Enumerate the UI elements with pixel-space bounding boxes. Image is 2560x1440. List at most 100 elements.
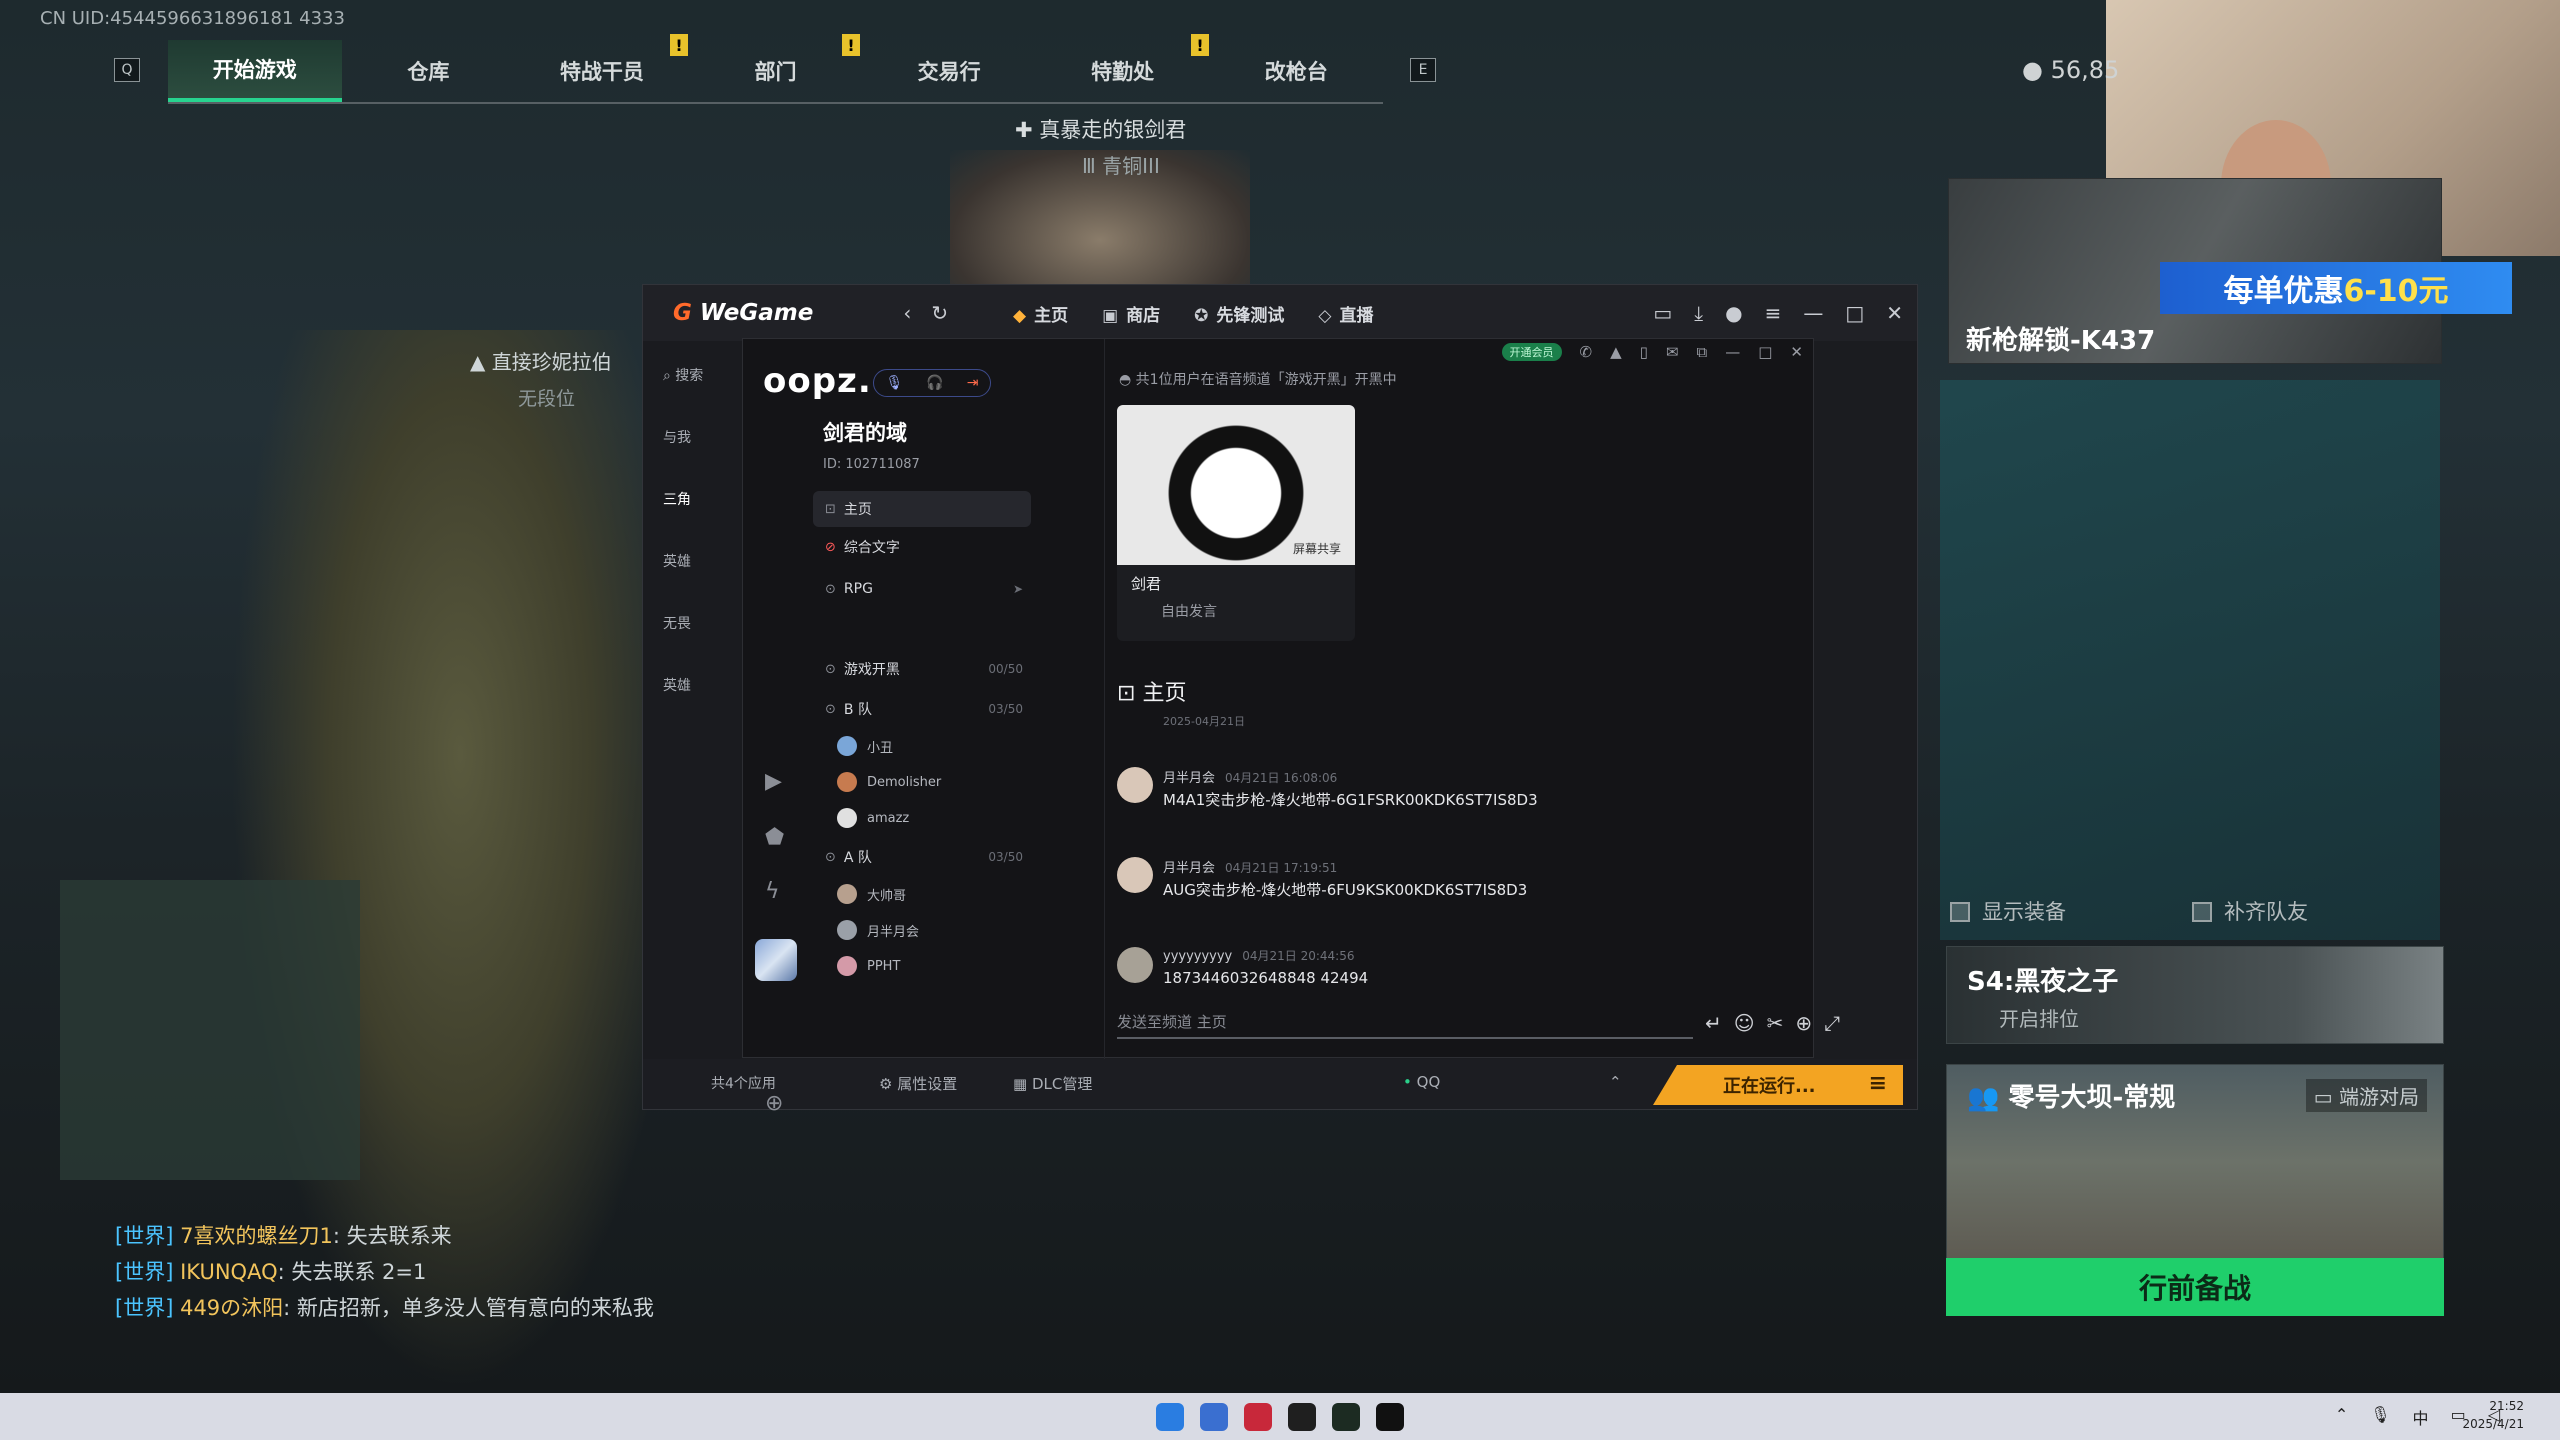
screen-share-preview[interactable]: 屏幕共享: [1117, 405, 1355, 565]
wegame-tab-home[interactable]: ◆ 主页: [1013, 301, 1068, 326]
tab-department[interactable]: 部门: [689, 40, 863, 102]
online-dot-icon: •: [1403, 1073, 1412, 1091]
member-item[interactable]: PPHT: [837, 951, 900, 981]
shield-icon[interactable]: ⬟: [765, 825, 784, 850]
back-icon[interactable]: ‹: [903, 301, 911, 325]
maximize-icon[interactable]: □: [1845, 301, 1864, 325]
show-gear-checkbox[interactable]: 显示装备: [1950, 896, 2066, 926]
emoji-icon[interactable]: ☺: [1734, 1011, 1755, 1035]
minimize-icon[interactable]: —: [1725, 343, 1740, 361]
minimize-icon[interactable]: —: [1803, 301, 1823, 325]
tab-market[interactable]: 交易行: [862, 40, 1036, 102]
tab-special-ops[interactable]: 特勤处: [1036, 40, 1210, 102]
ime-indicator[interactable]: 中: [2413, 1405, 2429, 1429]
chevron-up-icon[interactable]: ⌃: [1609, 1073, 1622, 1091]
season-card[interactable]: S4:黑夜之子 开启排位: [1946, 946, 2444, 1044]
sidebar-item-delta[interactable]: 三角: [663, 489, 691, 509]
tab-start-game[interactable]: 开始游戏: [168, 40, 342, 102]
chat-line: [世界] 7喜欢的螺丝刀1: 失去联系来: [115, 1224, 452, 1248]
wegame-tab-live[interactable]: ◇ 直播: [1318, 301, 1373, 326]
clock[interactable]: 21:52 2025/4/21: [2462, 1397, 2524, 1433]
sidebar-item-lol[interactable]: 英雄: [663, 551, 691, 571]
sidebar-item-valorant[interactable]: 无畏: [663, 613, 691, 633]
enter-icon[interactable]: ↵: [1705, 1011, 1722, 1035]
wegame-tab-beta[interactable]: ✪ 先锋测试: [1194, 301, 1284, 326]
wegame-tab-store[interactable]: ▣ 商店: [1102, 301, 1160, 326]
channel-team-b[interactable]: ⊙ B 队 03/50: [813, 691, 1031, 727]
menu-icon[interactable]: ≡: [1765, 301, 1782, 325]
date-divider: 2025-04月21日: [1163, 715, 1245, 728]
tab-warehouse[interactable]: 仓库: [342, 40, 516, 102]
download-icon[interactable]: ⤓: [1694, 301, 1703, 325]
close-icon[interactable]: ✕: [1790, 343, 1803, 361]
attr-settings-button[interactable]: ⚙ 属性设置: [879, 1073, 957, 1094]
sidebar-item-lol2[interactable]: 英雄: [663, 675, 691, 695]
beta-icon: ✪: [1194, 305, 1209, 326]
live-stream-card[interactable]: 屏幕共享 剑君 自由发言: [1117, 405, 1355, 641]
sidebar-item-friends[interactable]: 与我: [663, 427, 691, 447]
vip-badge[interactable]: 开通会员: [1501, 343, 1562, 361]
phone-icon[interactable]: ✆: [1580, 343, 1593, 361]
member-item[interactable]: amazz: [837, 803, 909, 833]
channel-team-a[interactable]: ⊙ A 队 03/50: [813, 839, 1031, 875]
qq-status[interactable]: • QQ: [1403, 1073, 1440, 1091]
channel-rpg[interactable]: ⊙ RPG ➤: [813, 571, 1031, 607]
app-icon[interactable]: [1200, 1403, 1228, 1431]
tab-gunsmith[interactable]: 改枪台: [1209, 40, 1383, 102]
member-item[interactable]: 月半月会: [837, 915, 919, 945]
close-icon[interactable]: ✕: [1886, 301, 1903, 325]
chevron-up-icon[interactable]: ⌃: [2335, 1405, 2348, 1429]
avatar-icon[interactable]: ●: [1725, 301, 1742, 325]
server-id: ID: 102711087: [823, 457, 920, 472]
prepare-button[interactable]: 行前备战: [1946, 1258, 2444, 1316]
add-server-icon[interactable]: ⊕: [765, 1091, 783, 1116]
message-input[interactable]: 发送至频道 主页: [1117, 1005, 1693, 1039]
player-rank: Ⅲ 青铜III: [1082, 154, 1160, 178]
bolt-icon[interactable]: ϟ: [765, 879, 780, 904]
chat-line: [世界] IKUNQAQ: 失去联系 2=1: [115, 1260, 427, 1284]
player-name[interactable]: ✚ 真暴走的银剑君: [1015, 114, 1186, 144]
member-item[interactable]: 大帅哥: [837, 879, 906, 909]
avatar: [837, 772, 857, 792]
key-hint-right: E: [1410, 58, 1436, 82]
equipment-crate: [60, 880, 360, 1180]
add-icon[interactable]: ⊕: [1795, 1011, 1812, 1035]
sidebar-search[interactable]: ⌕ 搜索: [663, 365, 703, 385]
member-item[interactable]: 小丑: [837, 731, 893, 761]
avatar: [837, 808, 857, 828]
expand-icon[interactable]: ⤢: [1824, 1011, 1840, 1035]
folder-icon[interactable]: ▭: [1653, 301, 1672, 325]
channel-gaming[interactable]: ⊙ 游戏开黑 00/50: [813, 651, 1031, 687]
mail-icon[interactable]: ✉: [1666, 343, 1679, 361]
wegame-icon[interactable]: [1288, 1403, 1316, 1431]
scissors-icon[interactable]: ✂: [1767, 1011, 1784, 1035]
map-card[interactable]: 👥 零号大坝-常规 ▭ 端游对局: [1946, 1064, 2444, 1260]
maximize-icon[interactable]: □: [1758, 343, 1772, 361]
channel-home[interactable]: ⊡ 主页: [813, 491, 1031, 527]
oopz-icon[interactable]: [1376, 1403, 1404, 1431]
team-icon: 👥: [1967, 1083, 2000, 1113]
server-name[interactable]: 剑君的域: [823, 417, 907, 447]
file-icon[interactable]: ▯: [1640, 343, 1648, 361]
fill-team-checkbox[interactable]: 补齐队友: [2192, 896, 2308, 926]
streamer-name: 剑君: [1131, 575, 1162, 593]
dlc-button[interactable]: ▦ DLC管理: [1013, 1073, 1092, 1094]
running-button[interactable]: 正在运行... ≡: [1653, 1065, 1903, 1105]
app-icon[interactable]: [1244, 1403, 1272, 1431]
shirt-icon[interactable]: ▲: [1610, 343, 1622, 361]
mic-icon[interactable]: 🎙: [2370, 1405, 2390, 1429]
alert-icon: !: [842, 34, 860, 56]
play-icon[interactable]: ▶: [765, 769, 782, 794]
pin-icon[interactable]: ⧉: [1697, 343, 1708, 361]
server-avatar[interactable]: [755, 939, 797, 981]
delta-force-icon[interactable]: [1332, 1403, 1360, 1431]
start-icon[interactable]: [1156, 1403, 1184, 1431]
member-item[interactable]: Demolisher: [837, 767, 941, 797]
voice-channel-icon: ⊙: [825, 849, 836, 865]
checkbox-icon: [2192, 902, 2212, 922]
channel-general-text[interactable]: ⊘ 综合文字: [813, 529, 1031, 565]
refresh-icon[interactable]: ↻: [931, 301, 948, 325]
promo-banner[interactable]: 每单优惠 6-10元: [2160, 262, 2512, 314]
tab-operators[interactable]: 特战干员: [515, 40, 689, 102]
alert-icon: !: [1191, 34, 1209, 56]
